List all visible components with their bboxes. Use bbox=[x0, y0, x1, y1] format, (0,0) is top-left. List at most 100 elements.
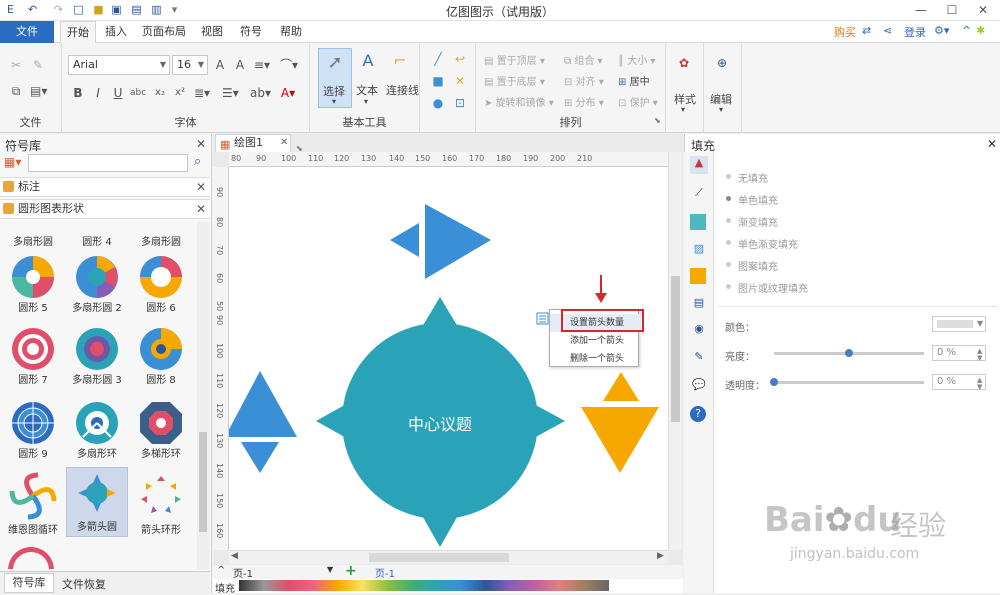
close-panel-icon[interactable]: ✕ bbox=[196, 137, 206, 151]
menu-delete-arrow[interactable]: 删除一个箭头 bbox=[550, 350, 640, 368]
buy-link[interactable]: 购买 bbox=[834, 24, 856, 40]
library-scrollbar[interactable] bbox=[197, 222, 209, 569]
plugin-icon[interactable]: ✱ bbox=[976, 24, 985, 37]
layers-icon[interactable]: ◉ bbox=[690, 322, 708, 340]
size-button[interactable]: ║ 大小 ▾ bbox=[618, 52, 655, 67]
shape-item[interactable]: 圆形 8 bbox=[130, 327, 192, 386]
tab-insert[interactable]: 插入 bbox=[99, 21, 133, 43]
login-link[interactable]: 登录 bbox=[904, 24, 926, 40]
group-button[interactable]: ⧉ 组合 ▾ bbox=[564, 52, 603, 67]
shadow-icon[interactable] bbox=[690, 214, 706, 230]
align-button[interactable]: ⊟ 对齐 ▾ bbox=[564, 73, 604, 88]
close-button[interactable]: ✕ bbox=[968, 0, 998, 20]
close-panel-icon[interactable]: ✕ bbox=[987, 137, 997, 151]
tab-symbol-library[interactable]: 符号库 bbox=[4, 573, 54, 593]
scroll-thumb[interactable] bbox=[369, 553, 509, 562]
scroll-thumb[interactable] bbox=[671, 276, 680, 422]
transparency-slider-knob[interactable] bbox=[770, 378, 778, 386]
library-callout[interactable]: 标注 ✕ bbox=[0, 177, 210, 197]
rotate-mirror-button[interactable]: ➤ 旋转和镜像 ▾ bbox=[484, 94, 554, 109]
ellipse-shape-icon[interactable]: ● bbox=[430, 95, 446, 111]
palette-swatches[interactable] bbox=[239, 580, 609, 591]
menu-add-arrow[interactable]: 添加一个箭头 bbox=[550, 332, 640, 350]
shape-item[interactable]: 多扇形圆 2 bbox=[66, 255, 128, 314]
highlight-icon[interactable]: ab▾ bbox=[250, 85, 271, 101]
cut-icon[interactable]: ✂ bbox=[8, 57, 24, 73]
ribbon-group-edit[interactable]: ⊕ 编辑 ▾ bbox=[704, 43, 742, 133]
text-direction-icon[interactable]: ⌒▾ bbox=[280, 57, 298, 73]
maximize-button[interactable]: ☐ bbox=[937, 0, 967, 20]
superscript-icon[interactable]: x² bbox=[172, 85, 188, 101]
document-properties-icon[interactable]: ▤ bbox=[690, 296, 708, 314]
close-library-icon[interactable]: ✕ bbox=[196, 178, 206, 196]
tab-home[interactable]: 开始 bbox=[60, 21, 96, 43]
collapse-ribbon-icon[interactable]: ^ bbox=[962, 24, 971, 37]
font-size-select[interactable]: 16 ▼ bbox=[172, 55, 208, 75]
add-page-icon[interactable]: + bbox=[345, 563, 357, 579]
horizontal-scrollbar[interactable]: ◀ ▶ bbox=[229, 550, 668, 564]
fill-option-none[interactable]: 无填充 bbox=[726, 170, 768, 185]
arrange-dialog-launcher-icon[interactable]: ⬊ bbox=[654, 116, 661, 125]
text-tool-label[interactable]: 文本 bbox=[356, 82, 378, 98]
document-tab[interactable]: ▦ 绘图1 ✕ bbox=[215, 134, 291, 152]
shape-item[interactable]: 圆形 6 bbox=[130, 255, 192, 314]
scroll-left-icon[interactable]: ◀ bbox=[231, 551, 238, 561]
share-network-icon[interactable]: ⋖ bbox=[883, 24, 892, 37]
shape-item[interactable]: 多扇形圆 bbox=[2, 233, 64, 248]
close-tab-icon[interactable]: ✕ bbox=[280, 135, 288, 151]
tab-help[interactable]: 帮助 bbox=[274, 21, 308, 43]
tab-symbols[interactable]: 符号 bbox=[234, 21, 268, 43]
curve-shape-icon[interactable]: ↩ bbox=[452, 51, 468, 67]
italic-icon[interactable]: I bbox=[90, 85, 106, 101]
shape-item[interactable]: 圆形 9 bbox=[2, 401, 64, 460]
subscript-icon[interactable]: x₂ bbox=[152, 85, 168, 101]
shape-item[interactable]: 圆形 7 bbox=[2, 327, 64, 386]
vertical-scrollbar[interactable] bbox=[668, 152, 682, 550]
align-text-icon[interactable]: ≡▾ bbox=[254, 57, 270, 73]
page-style-icon[interactable] bbox=[690, 268, 706, 284]
fill-icon[interactable]: ▲ bbox=[690, 156, 708, 174]
fill-option-pattern[interactable]: 图案填充 bbox=[726, 258, 778, 273]
bullet-list-icon[interactable]: ☰▾ bbox=[222, 85, 239, 101]
line-shape-icon[interactable]: ╱ bbox=[430, 51, 446, 67]
scroll-right-icon[interactable]: ▶ bbox=[657, 551, 664, 561]
fill-option-single-gradient[interactable]: 单色渐变填充 bbox=[726, 236, 798, 251]
underline-icon[interactable]: U bbox=[110, 85, 126, 101]
transparency-slider[interactable] bbox=[770, 378, 924, 386]
grow-font-icon[interactable]: A bbox=[212, 57, 228, 73]
tab-file-recovery[interactable]: 文件恢复 bbox=[62, 576, 106, 592]
shrink-font-icon[interactable]: A bbox=[232, 57, 248, 73]
distribute-button[interactable]: ⊞ 分布 ▾ bbox=[564, 94, 604, 109]
center-button[interactable]: ⊞ 居中 bbox=[618, 73, 650, 88]
brightness-input[interactable]: 0 % ▲ ▼ bbox=[932, 345, 986, 362]
ribbon-group-style[interactable]: ✿ 样式 ▾ bbox=[666, 43, 704, 133]
copy-icon[interactable]: ⧉ bbox=[8, 83, 24, 99]
symbol-search-input[interactable] bbox=[28, 154, 188, 172]
brightness-slider-knob[interactable] bbox=[845, 349, 853, 357]
rectangle-shape-icon[interactable]: ■ bbox=[430, 73, 446, 89]
attachment-icon[interactable]: ✎ bbox=[690, 350, 708, 368]
page-tab[interactable]: 页-1 bbox=[375, 565, 395, 580]
library-circular-chart-shapes[interactable]: 圆形图表形状 ✕ bbox=[0, 199, 210, 219]
settings-gear-icon[interactable]: ⚙▾ bbox=[934, 24, 949, 37]
close-library-icon[interactable]: ✕ bbox=[196, 200, 206, 218]
collapse-icon[interactable]: ^ bbox=[217, 565, 225, 576]
shape-item[interactable]: 维恩图循环 bbox=[2, 471, 64, 536]
library-menu-icon[interactable]: ▦▾ bbox=[4, 155, 21, 169]
minimize-button[interactable]: — bbox=[906, 0, 936, 20]
crop-icon[interactable]: ⊡ bbox=[452, 95, 468, 111]
connector-tool-icon[interactable]: ⌐ bbox=[392, 53, 408, 69]
format-painter-icon[interactable]: ✎ bbox=[30, 57, 46, 73]
shape-item[interactable]: 多扇形圆 bbox=[130, 233, 192, 248]
shape-item[interactable]: 多扇形圆 3 bbox=[66, 327, 128, 386]
image-icon[interactable]: ▨ bbox=[690, 242, 708, 260]
bold-icon[interactable]: B bbox=[70, 85, 86, 101]
shape-item-partial[interactable] bbox=[8, 547, 54, 569]
shape-item[interactable]: 箭头环形 bbox=[130, 471, 192, 536]
shape-item-selected[interactable]: 多箭头圆 bbox=[66, 467, 128, 537]
connector-tool-label[interactable]: 连接线 bbox=[386, 82, 419, 98]
cross-shape-icon[interactable]: ✕ bbox=[452, 73, 468, 89]
font-color-icon[interactable]: A▾ bbox=[280, 85, 296, 101]
shape-item[interactable]: 多梯形环 bbox=[130, 401, 192, 460]
strikethrough-icon[interactable]: abc bbox=[130, 85, 146, 101]
